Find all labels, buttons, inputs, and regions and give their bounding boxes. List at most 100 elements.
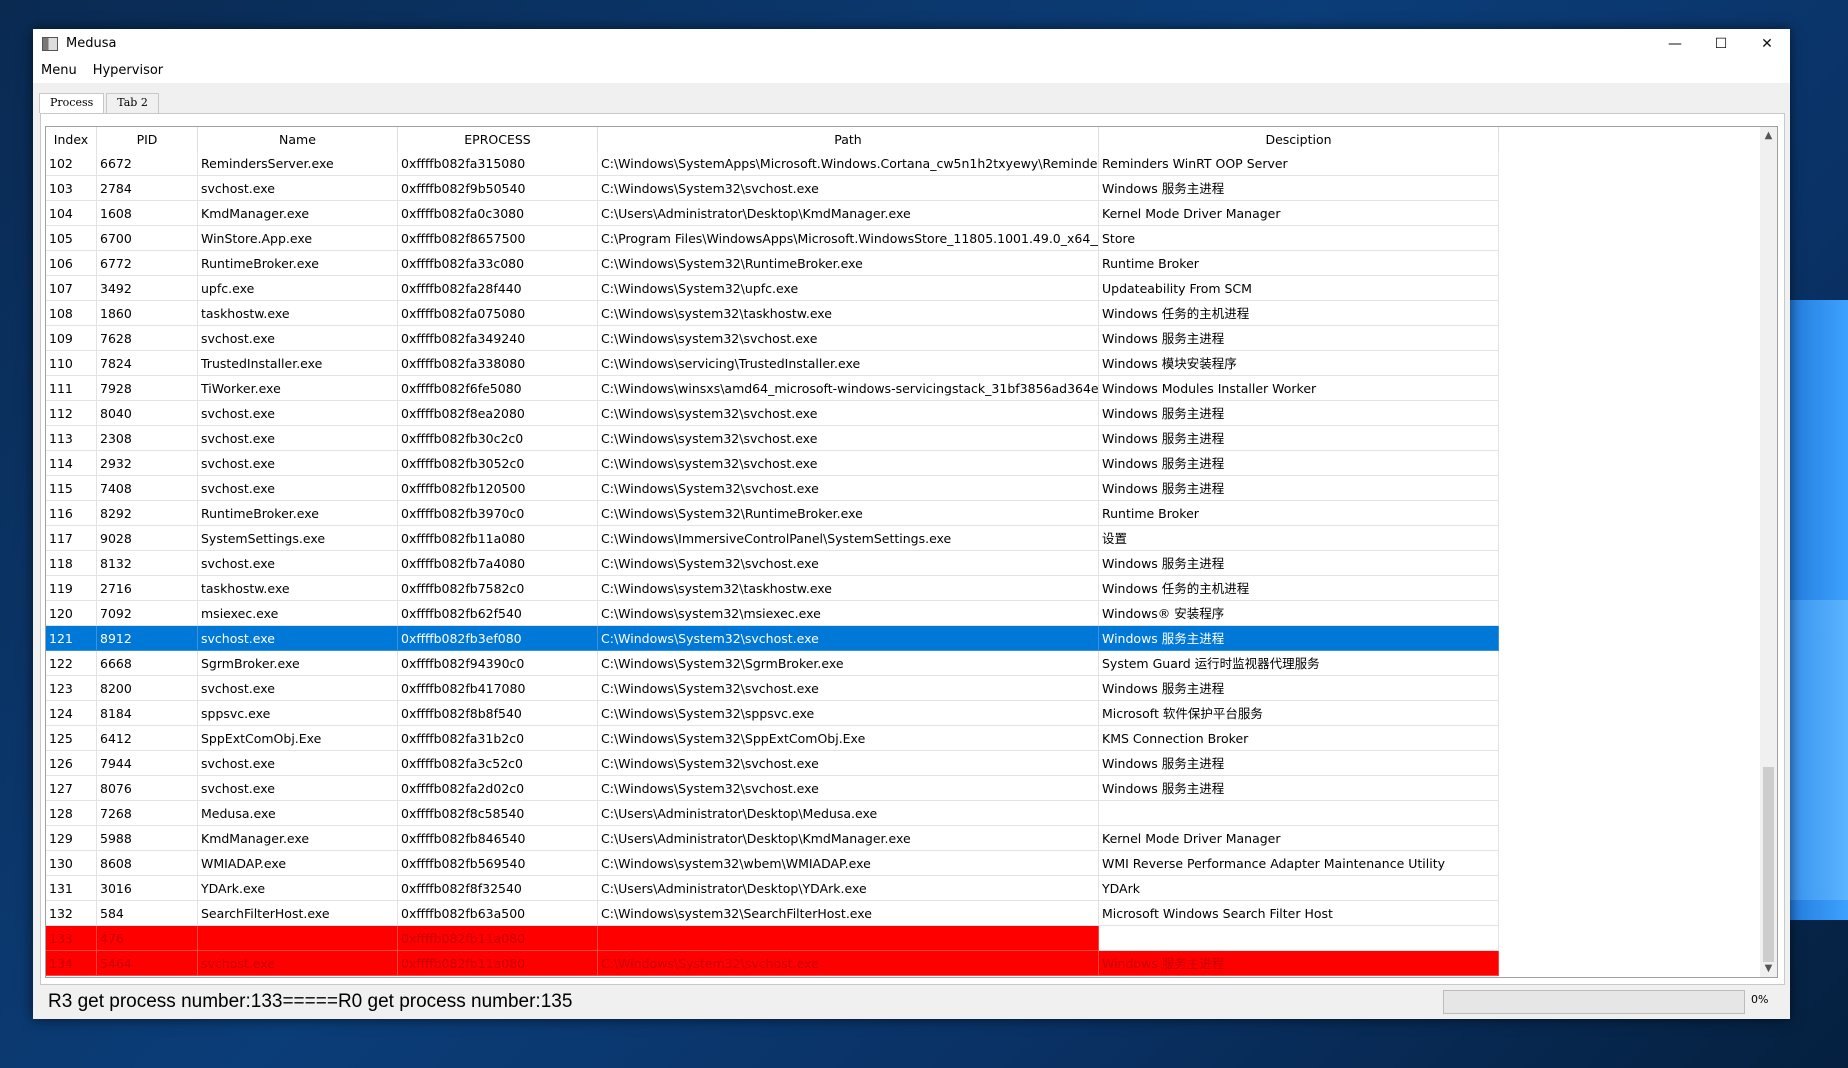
menu-item-menu[interactable]: Menu: [33, 63, 85, 78]
cell-eprocess: 0xffffb082fb120500: [398, 476, 598, 501]
table-row[interactable]: 109 7628 svchost.exe 0xffffb082fa349240 C:\W…: [46, 326, 1777, 351]
cell-path: C:\Windows\System32\svchost.exe: [598, 676, 1099, 701]
cell-eprocess: 0xffffb082fb7582c0: [398, 576, 598, 601]
menu-item-hypervisor[interactable]: Hypervisor: [85, 63, 171, 78]
cell-name: RuntimeBroker.exe: [198, 251, 398, 276]
cell-pid: 7092: [97, 601, 198, 626]
progress-label: 0%: [1751, 993, 1769, 1006]
cell-path: C:\Windows\system32\wbem\WMIADAP.exe: [598, 851, 1099, 876]
minimize-button[interactable]: —: [1652, 29, 1698, 58]
table-row[interactable]: 107 3492 upfc.exe 0xffffb082fa28f440 C:\Wind…: [46, 276, 1777, 301]
cell-name: RuntimeBroker.exe: [198, 501, 398, 526]
table-row[interactable]: 133 476 0xffffb082fb11a080: [46, 926, 1777, 951]
cell-path: C:\Windows\system32\msiexec.exe: [598, 601, 1099, 626]
cell-pid: 2716: [97, 576, 198, 601]
column-header-eprocess[interactable]: EPROCESS: [398, 127, 598, 151]
table-row[interactable]: 117 9028 SystemSettings.exe 0xffffb082fb11a…: [46, 526, 1777, 551]
cell-description: Windows 服务主进程: [1099, 476, 1499, 501]
table-row[interactable]: 116 8292 RuntimeBroker.exe 0xffffb082fb3970…: [46, 501, 1777, 526]
table-row[interactable]: 108 1860 taskhostw.exe 0xffffb082fa075080 C:…: [46, 301, 1777, 326]
cell-name: svchost.exe: [198, 326, 398, 351]
table-row[interactable]: 129 5988 KmdManager.exe 0xffffb082fb846540 C…: [46, 826, 1777, 851]
cell-name: svchost.exe: [198, 451, 398, 476]
cell-pid: 5464: [97, 951, 198, 976]
cell-eprocess: 0xffffb082fa31b2c0: [398, 726, 598, 751]
cell-path: C:\Windows\system32\svchost.exe: [598, 451, 1099, 476]
cell-path: C:\Windows\System32\SgrmBroker.exe: [598, 651, 1099, 676]
cell-eprocess: 0xffffb082fb3970c0: [398, 501, 598, 526]
table-row[interactable]: 111 7928 TiWorker.exe 0xffffb082f6fe5080 C:\…: [46, 376, 1777, 401]
table-row[interactable]: 132 584 SearchFilterHost.exe 0xffffb082fb63…: [46, 901, 1777, 926]
cell-name: sppsvc.exe: [198, 701, 398, 726]
cell-description: Microsoft 软件保护平台服务: [1099, 701, 1499, 726]
cell-description: [1099, 926, 1499, 951]
scroll-down-icon[interactable]: ▼: [1760, 960, 1777, 977]
title-bar[interactable]: Medusa — ☐ ✕: [33, 29, 1790, 58]
table-row[interactable]: 126 7944 svchost.exe 0xffffb082fa3c52c0 C:\W…: [46, 751, 1777, 776]
table-row[interactable]: 124 8184 sppsvc.exe 0xffffb082f8b8f540 C:\Wi…: [46, 701, 1777, 726]
cell-description: Windows 服务主进程: [1099, 326, 1499, 351]
column-header-index[interactable]: Index: [46, 127, 97, 151]
cell-name: upfc.exe: [198, 276, 398, 301]
table-row[interactable]: 110 7824 TrustedInstaller.exe 0xffffb082fa3…: [46, 351, 1777, 376]
table-row[interactable]: 127 8076 svchost.exe 0xffffb082fa2d02c0 C:\W…: [46, 776, 1777, 801]
table-row[interactable]: 115 7408 svchost.exe 0xffffb082fb120500 C:\W…: [46, 476, 1777, 501]
table-row[interactable]: 103 2784 svchost.exe 0xffffb082f9b50540 C:\W…: [46, 176, 1777, 201]
table-row[interactable]: 104 1608 KmdManager.exe 0xffffb082fa0c3080 C…: [46, 201, 1777, 226]
table-row[interactable]: 105 6700 WinStore.App.exe 0xffffb082f865750…: [46, 226, 1777, 251]
scrollbar-thumb[interactable]: [1763, 767, 1774, 962]
cell-pid: 8608: [97, 851, 198, 876]
column-header-name[interactable]: Name: [198, 127, 398, 151]
tab-2[interactable]: Tab 2: [106, 93, 159, 113]
cell-description: Windows 任务的主机进程: [1099, 576, 1499, 601]
table-row[interactable]: 119 2716 taskhostw.exe 0xffffb082fb7582c0 C:…: [46, 576, 1777, 601]
column-header-path[interactable]: Path: [598, 127, 1099, 151]
table-row[interactable]: 102 6672 RemindersServer.exe 0xffffb082fa31…: [46, 151, 1777, 176]
cell-name: svchost.exe: [198, 776, 398, 801]
cell-name: Medusa.exe: [198, 801, 398, 826]
cell-index: 132: [46, 901, 97, 926]
tab-process[interactable]: Process: [39, 93, 105, 113]
column-header-pid[interactable]: PID: [97, 127, 198, 151]
cell-name: SearchFilterHost.exe: [198, 901, 398, 926]
status-text: R3 get process number:133=====R0 get pro…: [48, 991, 573, 1012]
table-row[interactable]: 106 6772 RuntimeBroker.exe 0xffffb082fa33c0…: [46, 251, 1777, 276]
table-row[interactable]: 113 2308 svchost.exe 0xffffb082fb30c2c0 C:\W…: [46, 426, 1777, 451]
table-row[interactable]: 131 3016 YDArk.exe 0xffffb082f8f32540 C:\Use…: [46, 876, 1777, 901]
table-row[interactable]: 125 6412 SppExtComObj.Exe 0xffffb082fa31b2c…: [46, 726, 1777, 751]
cell-eprocess: 0xffffb082fb3ef080: [398, 626, 598, 651]
table-row[interactable]: 121 8912 svchost.exe 0xffffb082fb3ef080 C:\W…: [46, 626, 1777, 651]
table-row[interactable]: 112 8040 svchost.exe 0xffffb082f8ea2080 C:\W…: [46, 401, 1777, 426]
table-row[interactable]: 118 8132 svchost.exe 0xffffb082fb7a4080 C:\W…: [46, 551, 1777, 576]
cell-eprocess: 0xffffb082fb3052c0: [398, 451, 598, 476]
table-row[interactable]: 134 5464 svchost.exe 0xffffb082fb11a080 C:\W…: [46, 951, 1777, 976]
cell-description: Windows® 安装程序: [1099, 601, 1499, 626]
table-row[interactable]: 114 2932 svchost.exe 0xffffb082fb3052c0 C:\W…: [46, 451, 1777, 476]
cell-pid: 8040: [97, 401, 198, 426]
table-row[interactable]: 123 8200 svchost.exe 0xffffb082fb417080 C:\W…: [46, 676, 1777, 701]
cell-index: 130: [46, 851, 97, 876]
table-body: 102 6672 RemindersServer.exe 0xffffb082fa31…: [46, 151, 1777, 976]
scroll-up-icon[interactable]: ▲: [1760, 127, 1777, 144]
cell-name: SystemSettings.exe: [198, 526, 398, 551]
vertical-scrollbar[interactable]: ▲ ▼: [1760, 127, 1777, 977]
cell-eprocess: 0xffffb082f8ea2080: [398, 401, 598, 426]
close-button[interactable]: ✕: [1744, 29, 1790, 58]
cell-name: WinStore.App.exe: [198, 226, 398, 251]
cell-index: 120: [46, 601, 97, 626]
cell-pid: 8912: [97, 626, 198, 651]
table-row[interactable]: 130 8608 WMIADAP.exe 0xffffb082fb569540 C:\W…: [46, 851, 1777, 876]
cell-path: C:\Windows\System32\svchost.exe: [598, 751, 1099, 776]
cell-name: svchost.exe: [198, 551, 398, 576]
cell-pid: 9028: [97, 526, 198, 551]
maximize-button[interactable]: ☐: [1698, 29, 1744, 58]
table-row[interactable]: 122 6668 SgrmBroker.exe 0xffffb082f94390c0 C…: [46, 651, 1777, 676]
process-table: Index PID Name EPROCESS Path Desciption …: [45, 126, 1778, 978]
table-row[interactable]: 120 7092 msiexec.exe 0xffffb082fb62f540 C:\W…: [46, 601, 1777, 626]
cell-path: C:\Windows\System32\svchost.exe: [598, 551, 1099, 576]
table-row[interactable]: 128 7268 Medusa.exe 0xffffb082f8c58540 C:\Us…: [46, 801, 1777, 826]
cell-path: C:\Windows\System32\svchost.exe: [598, 626, 1099, 651]
cell-eprocess: 0xffffb082fa315080: [398, 151, 598, 176]
medusa-window: Medusa — ☐ ✕ Menu Hypervisor Process Tab…: [33, 29, 1790, 1019]
column-header-description[interactable]: Desciption: [1099, 127, 1499, 151]
